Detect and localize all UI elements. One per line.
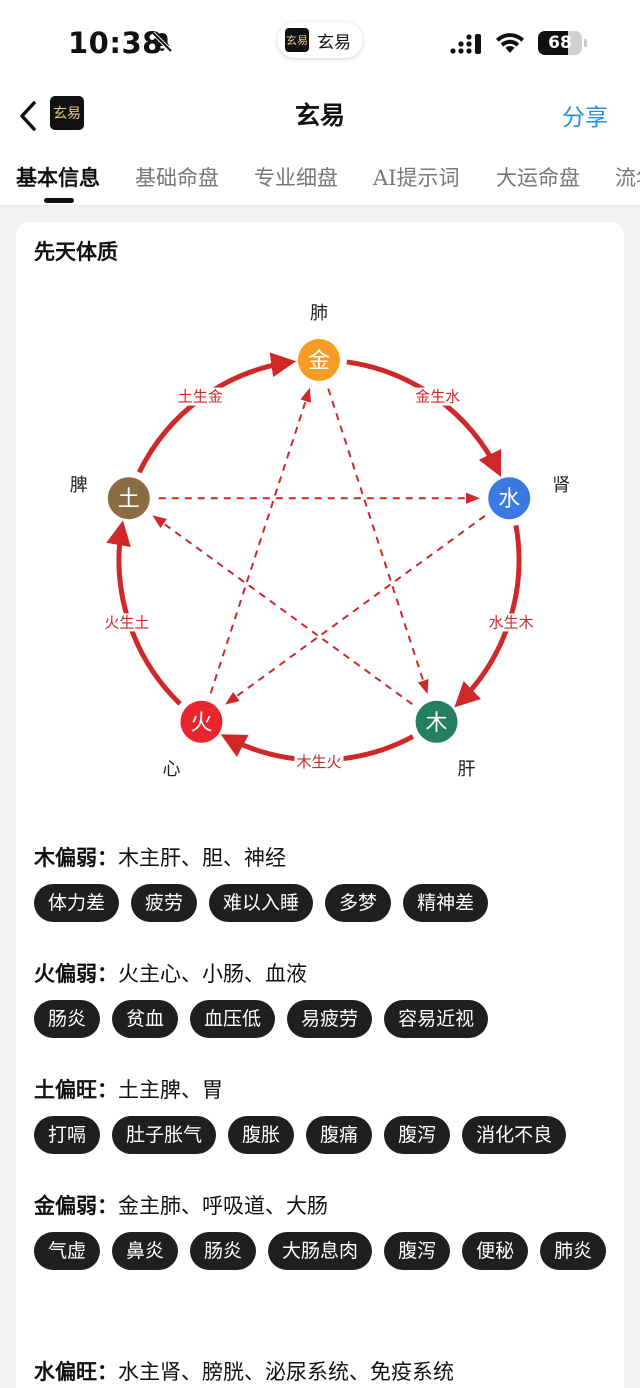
page-title: 玄易 — [294, 101, 345, 130]
section-name: 金偏弱： — [34, 1193, 118, 1218]
tab-annual-luck[interactable]: 流年 — [615, 162, 640, 192]
section-name: 水偏旺： — [34, 1359, 118, 1384]
symptom-tags: 肠炎 贫血 血压低 易疲劳 容易近视 — [34, 1000, 609, 1038]
bell-muted-icon — [151, 31, 173, 53]
symptom-tag: 肚子胀气 — [112, 1116, 217, 1154]
section-water: 水偏旺：水主肾、膀胱、泌尿系统、免疫系统 — [34, 1356, 614, 1388]
battery-tip — [584, 39, 587, 47]
symptom-tag: 贫血 — [112, 1000, 179, 1038]
card-title: 先天体质 — [34, 239, 118, 264]
section-desc: 木主肝、胆、神经 — [118, 846, 286, 870]
mini-app-logo: 玄易 — [285, 28, 309, 52]
battery-indicator: 68 — [538, 31, 588, 55]
section-heading: 水偏旺：水主肾、膀胱、泌尿系统、免疫系统 — [34, 1356, 614, 1388]
section-fire: 火偏弱：火主心、小肠、血液 肠炎 贫血 血压低 易疲劳 容易近视 — [34, 958, 614, 1038]
symptom-tag: 大肠息肉 — [268, 1232, 373, 1270]
section-wood: 木偏弱：木主肝、胆、神经 体力差 疲劳 难以入睡 多梦 精神差 — [34, 842, 614, 922]
tab-professional-chart[interactable]: 专业细盘 — [254, 162, 338, 192]
symptom-tag: 血压低 — [190, 1000, 276, 1038]
symptom-tag: 肺炎 — [540, 1232, 607, 1270]
tab-bar: 基本信息 基础命盘 专业细盘 AI提示词 大运命盘 流年 — [0, 146, 640, 206]
symptom-tag: 腹泻 — [384, 1116, 451, 1154]
symptom-tag: 肠炎 — [34, 1000, 101, 1038]
symptom-tag: 容易近视 — [384, 1000, 489, 1038]
section-heading: 土偏旺：土主脾、胃 — [34, 1074, 614, 1106]
tab-basic-info[interactable]: 基本信息 — [16, 162, 100, 192]
symptom-tag: 腹泻 — [384, 1232, 451, 1270]
symptom-tag: 疲劳 — [131, 884, 198, 922]
symptom-tag: 精神差 — [403, 884, 489, 922]
symptom-tag: 打嗝 — [34, 1116, 101, 1154]
section-earth: 土偏旺：土主脾、胃 打嗝 肚子胀气 腹胀 腹痛 腹泻 消化不良 — [34, 1074, 614, 1154]
symptom-tags: 体力差 疲劳 难以入睡 多梦 精神差 — [34, 884, 609, 922]
nav-bar: 玄易 玄易 分享 — [0, 86, 640, 146]
tab-major-luck-chart[interactable]: 大运命盘 — [496, 162, 580, 192]
symptom-tag: 便秘 — [462, 1232, 529, 1270]
mini-app-capsule[interactable]: 玄易 玄易 — [277, 22, 363, 58]
share-button[interactable]: 分享 — [562, 98, 608, 132]
symptom-tags: 打嗝 肚子胀气 腹胀 腹痛 腹泻 消化不良 — [34, 1116, 609, 1154]
status-bar: 10:38 玄易 玄易 68 — [0, 0, 640, 86]
app-logo: 玄易 — [50, 96, 84, 130]
section-desc: 金主肺、呼吸道、大肠 — [118, 1194, 328, 1218]
section-name: 土偏旺： — [34, 1077, 118, 1102]
section-name: 木偏弱： — [34, 845, 118, 870]
symptom-tag: 多梦 — [325, 884, 392, 922]
tab-ai-prompt[interactable]: AI提示词 — [373, 162, 459, 192]
section-metal: 金偏弱：金主肺、呼吸道、大肠 气虚 鼻炎 肠炎 大肠息肉 腹泻 便秘 肺炎 — [34, 1190, 614, 1270]
symptom-tag: 腹胀 — [228, 1116, 295, 1154]
section-heading: 金偏弱：金主肺、呼吸道、大肠 — [34, 1190, 614, 1222]
wifi-icon — [496, 33, 524, 53]
section-heading: 木偏弱：木主肝、胆、神经 — [34, 842, 614, 874]
symptom-tag: 难以入睡 — [209, 884, 314, 922]
mini-app-name: 玄易 — [317, 32, 351, 53]
symptom-tag: 气虚 — [34, 1232, 101, 1270]
symptom-tag: 腹痛 — [306, 1116, 373, 1154]
symptom-tag: 鼻炎 — [112, 1232, 179, 1270]
section-heading: 火偏弱：火主心、小肠、血液 — [34, 958, 614, 990]
section-desc: 水主肾、膀胱、泌尿系统、免疫系统 — [118, 1360, 454, 1384]
symptom-tag: 肠炎 — [190, 1232, 257, 1270]
section-desc: 火主心、小肠、血液 — [118, 962, 307, 986]
tab-basic-chart[interactable]: 基础命盘 — [135, 162, 219, 192]
symptom-tag: 消化不良 — [462, 1116, 567, 1154]
symptom-tag: 易疲劳 — [287, 1000, 373, 1038]
cellular-signal-icon — [450, 34, 481, 54]
battery-text: 68 — [548, 33, 572, 53]
battery-body: 68 — [538, 31, 582, 55]
status-time: 10:38 — [68, 26, 163, 60]
section-name: 火偏弱： — [34, 961, 118, 986]
symptom-tag: 体力差 — [34, 884, 120, 922]
active-tab-indicator — [44, 198, 74, 203]
section-desc: 土主脾、胃 — [118, 1078, 223, 1102]
back-icon[interactable] — [14, 96, 44, 136]
symptom-tags: 气虚 鼻炎 肠炎 大肠息肉 腹泻 便秘 肺炎 — [34, 1232, 609, 1270]
